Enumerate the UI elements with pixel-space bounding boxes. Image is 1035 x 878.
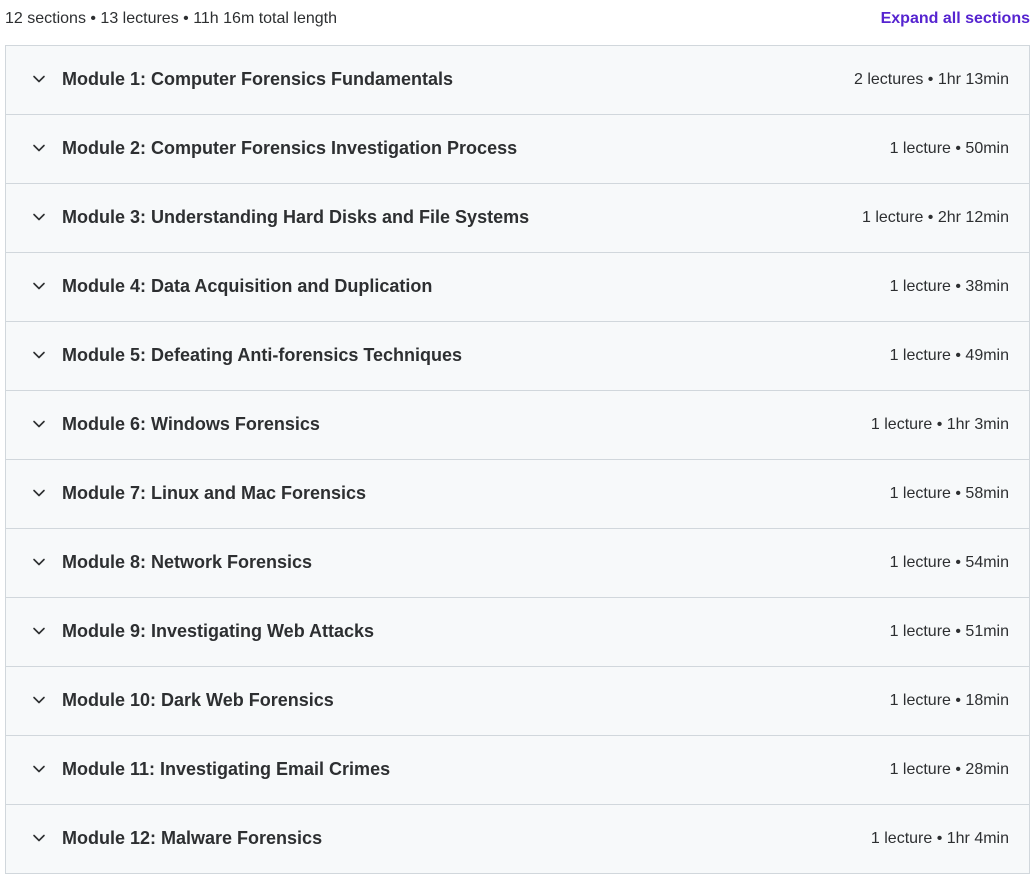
- section-module-1[interactable]: Module 1: Computer Forensics Fundamental…: [6, 46, 1029, 115]
- section-meta: 2 lectures • 1hr 13min: [853, 71, 1009, 88]
- course-curriculum: 12 sections • 13 lectures • 11h 16m tota…: [0, 0, 1035, 878]
- section-module-11[interactable]: Module 11: Investigating Email Crimes 1 …: [6, 736, 1029, 805]
- chevron-down-icon[interactable]: [31, 485, 47, 501]
- section-module-10[interactable]: Module 10: Dark Web Forensics 1 lecture …: [6, 667, 1029, 736]
- section-title: Module 9: Investigating Web Attacks: [62, 621, 375, 641]
- section-meta: 1 lecture • 1hr 3min: [870, 416, 1009, 433]
- section-meta: 1 lecture • 51min: [889, 623, 1009, 640]
- section-module-5[interactable]: Module 5: Defeating Anti-forensics Techn…: [6, 322, 1029, 391]
- section-module-9[interactable]: Module 9: Investigating Web Attacks 1 le…: [6, 598, 1029, 667]
- expand-all-sections-button[interactable]: Expand all sections: [881, 10, 1030, 28]
- chevron-down-icon[interactable]: [31, 140, 47, 156]
- chevron-down-icon[interactable]: [31, 209, 47, 225]
- curriculum-summary-bar: 12 sections • 13 lectures • 11h 16m tota…: [0, 0, 1035, 42]
- chevron-down-icon[interactable]: [31, 692, 47, 708]
- chevron-down-icon[interactable]: [31, 830, 47, 846]
- chevron-down-icon[interactable]: [31, 623, 47, 639]
- curriculum-summary: 12 sections • 13 lectures • 11h 16m tota…: [5, 10, 337, 27]
- section-meta: 1 lecture • 50min: [889, 140, 1009, 157]
- section-module-12[interactable]: Module 12: Malware Forensics 1 lecture •…: [6, 805, 1029, 874]
- section-meta: 1 lecture • 28min: [889, 761, 1009, 778]
- section-meta: 1 lecture • 58min: [889, 485, 1009, 502]
- section-title: Module 4: Data Acquisition and Duplicati…: [62, 276, 433, 296]
- section-title: Module 7: Linux and Mac Forensics: [62, 483, 367, 503]
- section-title: Module 6: Windows Forensics: [62, 414, 320, 434]
- section-title: Module 8: Network Forensics: [62, 552, 313, 572]
- section-module-6[interactable]: Module 6: Windows Forensics 1 lecture • …: [6, 391, 1029, 460]
- chevron-down-icon[interactable]: [31, 347, 47, 363]
- section-meta: 1 lecture • 49min: [889, 347, 1009, 364]
- section-module-7[interactable]: Module 7: Linux and Mac Forensics 1 lect…: [6, 460, 1029, 529]
- section-title: Module 3: Understanding Hard Disks and F…: [62, 207, 530, 227]
- section-module-4[interactable]: Module 4: Data Acquisition and Duplicati…: [6, 253, 1029, 322]
- section-title: Module 12: Malware Forensics: [62, 828, 323, 848]
- section-meta: 1 lecture • 54min: [889, 554, 1009, 571]
- section-meta: 1 lecture • 38min: [889, 278, 1009, 295]
- chevron-down-icon[interactable]: [31, 554, 47, 570]
- section-title: Module 2: Computer Forensics Investigati…: [62, 138, 518, 158]
- chevron-down-icon[interactable]: [31, 278, 47, 294]
- section-title: Module 10: Dark Web Forensics: [62, 690, 334, 710]
- section-module-3[interactable]: Module 3: Understanding Hard Disks and F…: [6, 184, 1029, 253]
- chevron-down-icon[interactable]: [31, 416, 47, 432]
- section-title: Module 5: Defeating Anti-forensics Techn…: [62, 345, 463, 365]
- section-list: Module 1: Computer Forensics Fundamental…: [5, 45, 1030, 874]
- section-title: Module 1: Computer Forensics Fundamental…: [62, 69, 454, 89]
- section-meta: 1 lecture • 18min: [889, 692, 1009, 709]
- chevron-down-icon[interactable]: [31, 761, 47, 777]
- chevron-down-icon[interactable]: [31, 71, 47, 87]
- section-module-8[interactable]: Module 8: Network Forensics 1 lecture • …: [6, 529, 1029, 598]
- section-module-2[interactable]: Module 2: Computer Forensics Investigati…: [6, 115, 1029, 184]
- section-meta: 1 lecture • 2hr 12min: [861, 209, 1009, 226]
- section-title: Module 11: Investigating Email Crimes: [62, 759, 391, 779]
- section-meta: 1 lecture • 1hr 4min: [870, 830, 1009, 847]
